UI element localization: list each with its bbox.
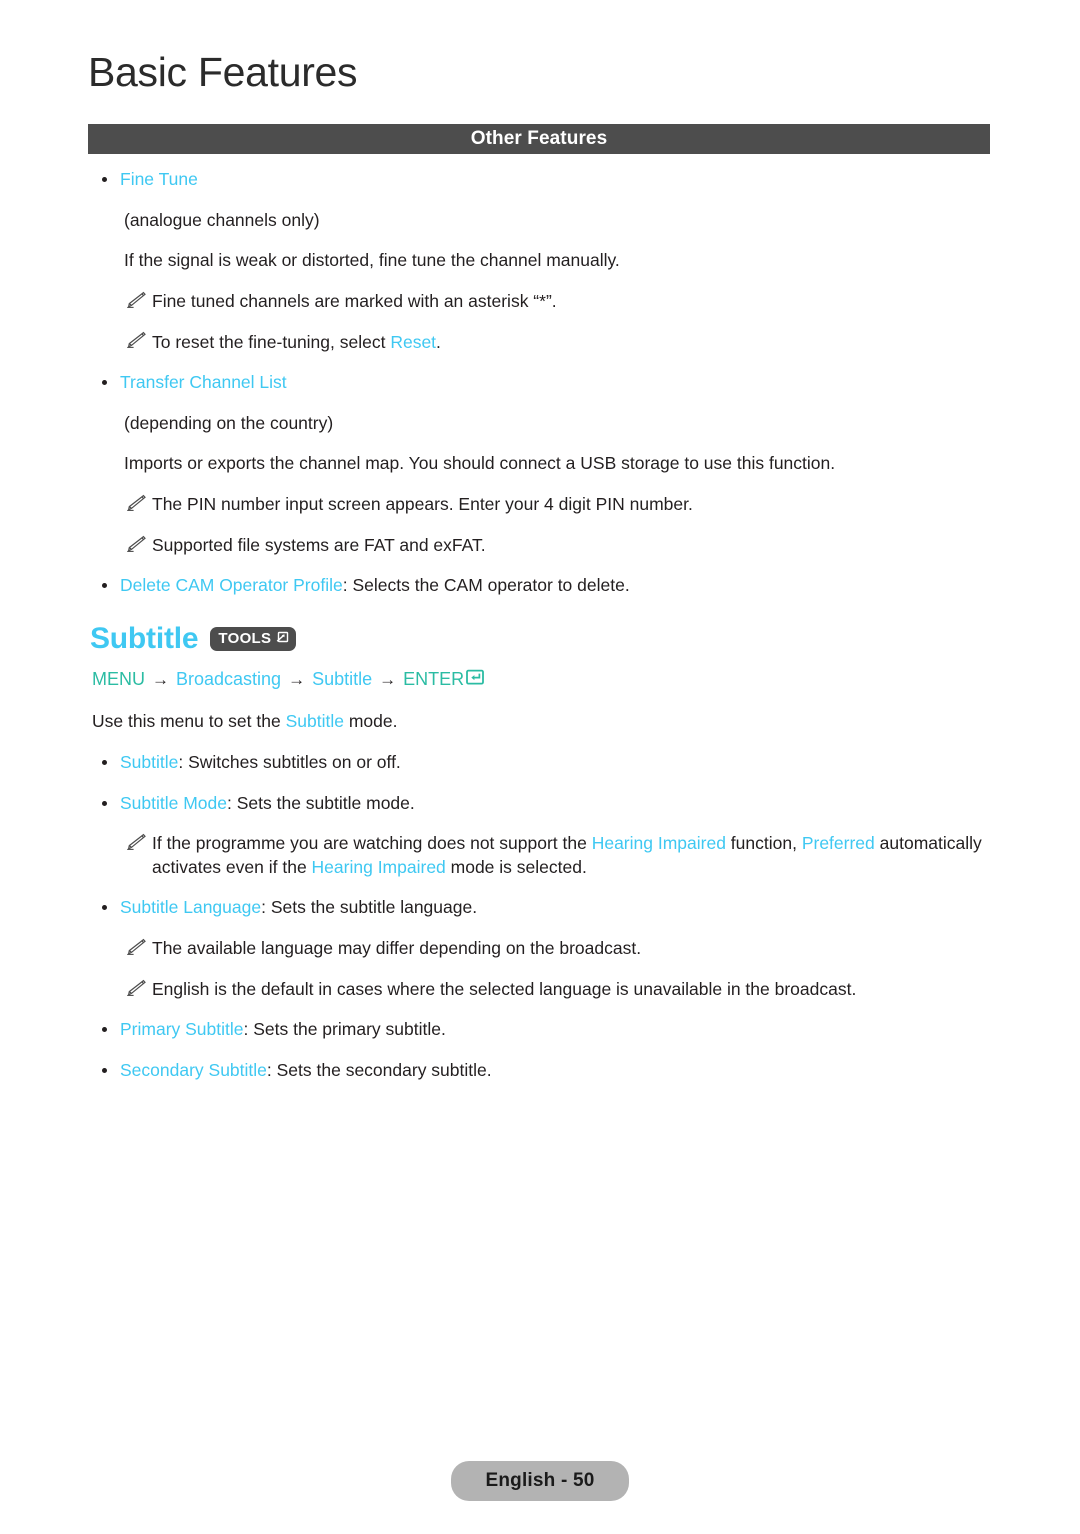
breadcrumb-subtitle: Subtitle — [312, 669, 373, 690]
page-footer-label: English - 50 — [485, 1470, 595, 1491]
pencil-note-icon — [124, 494, 146, 512]
breadcrumb-enter: ENTER — [403, 669, 465, 690]
note-pin-number: The PIN number input screen appears. Ent… — [88, 493, 1008, 517]
pencil-note-icon — [124, 979, 146, 997]
fine-tune-paren: (analogue channels only) — [124, 209, 320, 230]
breadcrumb-arrow-icon: → — [379, 670, 397, 690]
lead-after: mode. — [343, 711, 398, 732]
note-part-2: function, — [725, 833, 802, 854]
note-text: Fine tuned channels are marked with an a… — [152, 290, 557, 311]
note-fine-tune-reset: To reset the fine-tuning, select Reset. — [88, 331, 1008, 355]
list-item-subtitle-language: Subtitle Language: Sets the subtitle lan… — [88, 896, 1008, 920]
hearing-impaired-link-2: Hearing Impaired — [311, 856, 446, 877]
section-banner-label: Other Features — [470, 128, 608, 149]
bullet-dot-icon — [102, 1067, 107, 1073]
breadcrumb-menu: MENU — [92, 669, 145, 690]
note-text: The PIN number input screen appears. Ent… — [152, 494, 693, 514]
tools-badge: TOOLS — [210, 626, 297, 651]
bullet-dot-icon — [102, 1027, 107, 1033]
pencil-note-icon — [124, 833, 146, 851]
transfer-channel-list-description: Imports or exports the channel map. You … — [124, 453, 836, 474]
hearing-impaired-link-1: Hearing Impaired — [591, 833, 726, 854]
bullet-dot-icon — [102, 800, 107, 806]
subtitle-item-label: Subtitle — [120, 751, 179, 772]
note-available-language: The available language may differ depend… — [88, 937, 1008, 961]
note-file-systems: Supported file systems are FAT and exFAT… — [88, 534, 1008, 558]
reset-link: Reset — [390, 331, 437, 352]
breadcrumb: MENU → Broadcasting → Subtitle → ENTER — [88, 668, 1008, 692]
list-item-fine-tune: Fine Tune — [88, 168, 1008, 192]
pencil-note-icon — [124, 291, 146, 309]
secondary-subtitle-label: Secondary Subtitle — [120, 1059, 267, 1080]
list-item-delete-cam-operator-profile: Delete CAM Operator Profile: Selects the… — [88, 574, 1008, 598]
transfer-channel-list-paren: (depending on the country) — [124, 412, 334, 433]
delete-cam-description: : Selects the CAM operator to delete. — [342, 575, 630, 596]
note-fine-tune-asterisk: Fine tuned channels are marked with an a… — [88, 290, 1008, 314]
list-item-subtitle-mode: Subtitle Mode: Sets the subtitle mode. — [88, 792, 1008, 816]
primary-subtitle-label: Primary Subtitle — [120, 1019, 244, 1040]
note-part-1: If the programme you are watching does n… — [152, 833, 592, 854]
subtitle-heading-block: Subtitle TOOLS — [88, 621, 1008, 655]
note-text: The available language may differ depend… — [152, 938, 642, 959]
list-item-primary-subtitle: Primary Subtitle: Sets the primary subti… — [88, 1018, 1008, 1042]
document-content: Fine Tune (analogue channels only) If th… — [88, 168, 1008, 1100]
breadcrumb-arrow-icon: → — [152, 670, 169, 690]
lead-before: Use this menu to set the — [92, 711, 286, 732]
pencil-note-icon — [124, 331, 146, 349]
pencil-note-icon — [124, 938, 146, 956]
page-title: Basic Features — [88, 49, 358, 95]
bullet-dot-icon — [102, 380, 107, 386]
document-page: Basic Features Other Features Fine Tune … — [0, 0, 1080, 1534]
list-item-transfer-channel-list: Transfer Channel List — [88, 371, 1008, 395]
bullet-dot-icon — [102, 583, 107, 589]
breadcrumb-arrow-icon: → — [288, 670, 306, 690]
lead-link: Subtitle — [285, 711, 344, 732]
bullet-dot-icon — [102, 759, 107, 765]
tools-arrow-icon — [274, 629, 289, 649]
pencil-note-icon — [124, 535, 146, 553]
subtitle-item-description: : Switches subtitles on or off. — [178, 751, 401, 772]
note-text: English is the default in cases where th… — [152, 978, 857, 999]
bullet-dot-icon — [102, 177, 107, 183]
note-text-after: . — [436, 331, 441, 352]
bullet-dot-icon — [102, 905, 107, 911]
subtitle-language-description: : Sets the subtitle language. — [261, 897, 478, 918]
subtitle-language-label: Subtitle Language — [120, 897, 262, 918]
primary-subtitle-description: : Sets the primary subtitle. — [243, 1019, 446, 1040]
note-text: Supported file systems are FAT and exFAT… — [152, 534, 486, 555]
list-item-secondary-subtitle: Secondary Subtitle: Sets the secondary s… — [88, 1059, 1008, 1083]
subtitle-mode-description: : Sets the subtitle mode. — [227, 792, 415, 813]
delete-cam-label: Delete CAM Operator Profile — [120, 575, 343, 596]
note-english-default: English is the default in cases where th… — [88, 978, 1008, 1002]
note-hearing-impaired: If the programme you are watching does n… — [88, 832, 1008, 879]
page-footer-badge: English - 50 — [451, 1461, 629, 1501]
note-text-before: To reset the fine-tuning, select — [152, 331, 391, 352]
preferred-link: Preferred — [801, 833, 875, 854]
fine-tune-label: Fine Tune — [120, 169, 198, 189]
list-item-subtitle: Subtitle: Switches subtitles on or off. — [88, 751, 1008, 775]
subtitle-heading: Subtitle — [90, 621, 199, 655]
secondary-subtitle-description: : Sets the secondary subtitle. — [266, 1059, 492, 1080]
subtitle-lead-text: Use this menu to set the Subtitle mode. — [88, 710, 1008, 734]
note-part-4: mode is selected. — [445, 856, 587, 877]
section-banner: Other Features — [88, 124, 990, 154]
breadcrumb-broadcasting: Broadcasting — [176, 669, 282, 690]
fine-tune-description: If the signal is weak or distorted, fine… — [124, 250, 620, 271]
enter-key-icon — [466, 668, 485, 692]
transfer-channel-list-label: Transfer Channel List — [120, 372, 287, 393]
tools-badge-label: TOOLS — [218, 630, 272, 648]
subtitle-mode-label: Subtitle Mode — [120, 792, 228, 813]
